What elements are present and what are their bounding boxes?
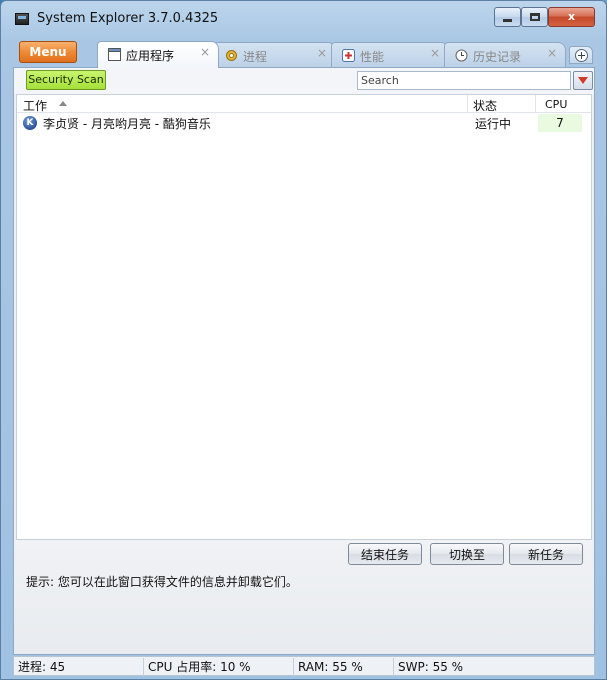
tab-label: 性能 bbox=[360, 50, 385, 64]
tab-history[interactable]: 历史记录 × bbox=[444, 42, 566, 67]
minimize-icon bbox=[503, 18, 512, 22]
tab-applications[interactable]: 应用程序 × bbox=[97, 41, 219, 68]
clock-icon bbox=[455, 49, 468, 62]
tab-close-icon[interactable]: × bbox=[547, 46, 557, 60]
end-task-button[interactable]: 结束任务 bbox=[348, 543, 422, 565]
performance-icon bbox=[342, 49, 355, 62]
task-cpu: 7 bbox=[538, 114, 582, 132]
search-input[interactable] bbox=[357, 71, 571, 90]
tab-close-icon[interactable]: × bbox=[200, 45, 210, 59]
gear-icon bbox=[226, 50, 237, 61]
task-name: 李贞贤 - 月亮哟月亮 - 酷狗音乐 bbox=[43, 117, 211, 131]
toolbar: Security Scan bbox=[14, 68, 594, 94]
tab-label: 历史记录 bbox=[473, 50, 522, 64]
tab-strip: Menu 应用程序 × 进程 × 性能 × 历史记录 × bbox=[1, 39, 606, 68]
status-swp: SWP: 55 % bbox=[398, 660, 464, 674]
tab-label: 进程 bbox=[243, 50, 268, 64]
column-header-work[interactable]: 工作 bbox=[23, 97, 47, 114]
content-panel: Security Scan 工作 状态 CPU K 李贞贤 - 月亮哟月亮 - … bbox=[13, 67, 595, 655]
add-tab-button[interactable] bbox=[569, 46, 593, 64]
close-icon: x bbox=[567, 10, 576, 23]
table-row[interactable]: K 李贞贤 - 月亮哟月亮 - 酷狗音乐 运行中 7 bbox=[17, 114, 591, 132]
new-task-button[interactable]: 新任务 bbox=[509, 543, 583, 565]
security-scan-button[interactable]: Security Scan bbox=[26, 70, 106, 90]
hint-text: 提示: 您可以在此窗口获得文件的信息并卸载它们。 bbox=[26, 575, 298, 589]
maximize-button[interactable] bbox=[521, 7, 548, 27]
column-header-cpu[interactable]: CPU bbox=[545, 98, 567, 111]
title-bar[interactable]: System Explorer 3.7.0.4325 x bbox=[1, 1, 606, 37]
task-status: 运行中 bbox=[475, 117, 512, 131]
kugou-icon: K bbox=[23, 116, 37, 130]
action-bar: 结束任务 切换至 新任务 提示: 您可以在此窗口获得文件的信息并卸载它们。 bbox=[14, 540, 594, 654]
app-window-icon bbox=[108, 48, 121, 61]
applications-list[interactable]: 工作 状态 CPU K 李贞贤 - 月亮哟月亮 - 酷狗音乐 运行中 7 bbox=[16, 94, 592, 540]
status-ram: RAM: 55 % bbox=[294, 658, 394, 676]
red-arrow-down-icon[interactable] bbox=[573, 71, 593, 90]
minimize-button[interactable] bbox=[494, 7, 521, 27]
tab-label: 应用程序 bbox=[126, 49, 175, 63]
plus-icon bbox=[575, 49, 588, 62]
column-divider[interactable] bbox=[535, 95, 536, 113]
system-explorer-app-icon bbox=[15, 13, 29, 25]
list-header: 工作 状态 CPU bbox=[17, 95, 591, 113]
status-cpu: CPU 占用率: 10 % bbox=[144, 658, 294, 676]
tab-processes[interactable]: 进程 × bbox=[214, 42, 336, 67]
sort-ascending-icon bbox=[59, 101, 67, 106]
switch-to-button[interactable]: 切换至 bbox=[430, 543, 504, 565]
status-bar: 进程: 45 CPU 占用率: 10 % RAM: 55 % SWP: 55 % bbox=[13, 656, 595, 676]
status-processes: 进程: 45 bbox=[14, 658, 144, 676]
window-title: System Explorer 3.7.0.4325 bbox=[37, 11, 219, 26]
tab-close-icon[interactable]: × bbox=[430, 46, 440, 60]
maximize-icon bbox=[529, 13, 540, 21]
column-divider[interactable] bbox=[467, 95, 468, 113]
tab-performance[interactable]: 性能 × bbox=[331, 42, 449, 67]
app-window: System Explorer 3.7.0.4325 x Menu 应用程序 ×… bbox=[0, 0, 607, 680]
column-header-status[interactable]: 状态 bbox=[473, 97, 497, 114]
menu-button[interactable]: Menu bbox=[19, 41, 77, 63]
close-button[interactable]: x bbox=[548, 7, 595, 27]
tab-close-icon[interactable]: × bbox=[317, 46, 327, 60]
